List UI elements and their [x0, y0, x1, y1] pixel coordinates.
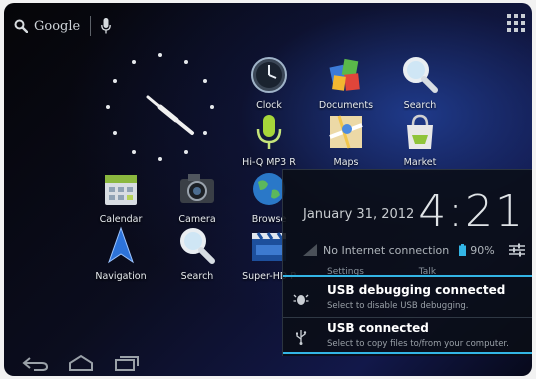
back-icon[interactable]	[20, 354, 50, 372]
system-navigation-bar	[4, 350, 532, 376]
calendar-icon	[100, 168, 142, 210]
recent-apps-icon[interactable]	[112, 354, 142, 372]
app-label: Navigation	[95, 271, 147, 282]
notification-divider	[283, 275, 532, 277]
battery-icon	[459, 244, 467, 256]
google-search-bar[interactable]: Google	[14, 11, 112, 41]
app-camera[interactable]: Camera	[162, 168, 232, 225]
microphone-icon	[248, 111, 290, 153]
camera-icon	[176, 168, 218, 210]
search-app-icon	[176, 225, 218, 267]
maps-icon	[325, 111, 367, 153]
analog-clock-widget[interactable]	[100, 47, 220, 167]
app-maps[interactable]: Maps	[311, 111, 381, 168]
app-label: Camera	[178, 214, 216, 225]
app-documents[interactable]: Documents	[311, 54, 381, 111]
app-label: Search	[403, 100, 437, 111]
usb-icon	[296, 330, 307, 345]
debug-bug-icon	[293, 294, 309, 305]
all-apps-icon[interactable]	[506, 13, 526, 33]
app-label: Search	[180, 271, 214, 282]
analog-clock-icon	[106, 53, 214, 161]
app-market[interactable]: Market	[385, 111, 455, 168]
app-label: Documents	[318, 100, 374, 111]
app-navigation[interactable]: Navigation	[86, 225, 156, 282]
app-label: Hi-Q MP3 R	[242, 157, 296, 168]
google-label[interactable]: Google	[34, 19, 80, 34]
app-label: Market	[403, 157, 437, 168]
search-icon[interactable]	[14, 19, 28, 33]
app-calendar[interactable]: Calendar	[86, 168, 156, 225]
search-app-icon	[399, 54, 441, 96]
connection-status-row[interactable]: No Internet connection 90%	[303, 240, 525, 260]
notification-title: USB connected	[327, 321, 429, 335]
home-icon[interactable]	[66, 354, 96, 372]
documents-icon	[325, 54, 367, 96]
app-clock[interactable]: Clock	[234, 54, 304, 111]
app-label: Calendar	[99, 214, 143, 225]
app-label: Clock	[256, 100, 282, 111]
mic-icon[interactable]	[101, 18, 112, 34]
market-bag-icon	[399, 111, 441, 153]
home-screen: Google Clock Documents Search Hi-Q MP3 R…	[4, 3, 532, 376]
signal-icon	[303, 244, 317, 256]
navigation-arrow-icon	[100, 225, 142, 267]
notification-subtitle: Select to disable USB debugging.	[327, 301, 469, 311]
battery-percent: 90%	[470, 243, 495, 257]
connection-status-text: No Internet connection	[323, 243, 450, 257]
app-search-2[interactable]: Search	[162, 225, 232, 282]
clock-icon	[248, 54, 290, 96]
app-hiq-mp3-recorder[interactable]: Hi-Q MP3 R	[234, 111, 304, 168]
notification-subtitle: Select to copy files to/from your comput…	[327, 339, 509, 349]
search-divider	[90, 16, 92, 36]
app-search[interactable]: Search	[385, 54, 455, 111]
quick-settings-icon[interactable]	[509, 243, 525, 257]
notification-usb-debugging[interactable]: USB debugging connected Select to disabl…	[283, 280, 532, 318]
notification-title: USB debugging connected	[327, 283, 506, 297]
notification-panel[interactable]: January 31, 2012 4:21 No Internet connec…	[282, 169, 532, 356]
notification-time: 4:21	[418, 186, 525, 237]
notification-date: January 31, 2012	[303, 207, 415, 222]
app-label: Maps	[333, 157, 359, 168]
